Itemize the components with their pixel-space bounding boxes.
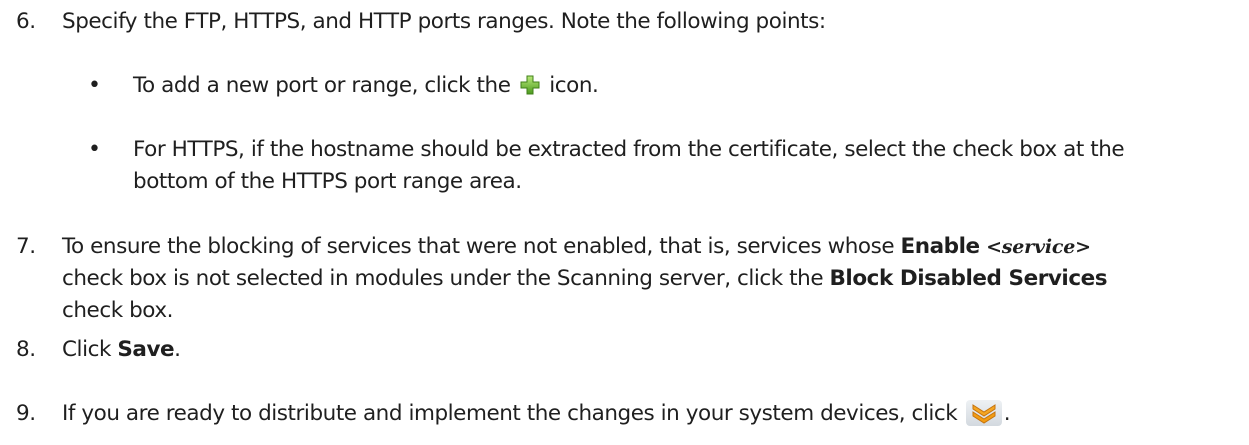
text-segment: . (1003, 401, 1011, 426)
text-segment: Click (62, 337, 118, 362)
step-7: 7. To ensure the blocking of services th… (16, 231, 1242, 327)
step-line-1: To ensure the blocking of services that … (62, 231, 1242, 263)
step-6: 6. Specify the FTP, HTTPS, and HTTP port… (16, 6, 1242, 38)
step-number: 9. (16, 401, 36, 426)
bullet-add-port: • To add a new port or range, click the … (88, 70, 1238, 102)
bullet-line-2: bottom of the HTTPS port range area. (133, 169, 522, 194)
step-text: If you are ready to distribute and imple… (62, 398, 1242, 430)
step-number: 7. (16, 234, 36, 259)
step-text: Specify the FTP, HTTPS, and HTTP ports r… (62, 9, 826, 34)
text-segment: If you are ready to distribute and imple… (62, 401, 964, 426)
bullet-marker: • (88, 137, 101, 162)
bullet-text-before: To add a new port or range, click the (133, 73, 517, 98)
step-9: 9. If you are ready to distribute and im… (16, 398, 1242, 430)
block-disabled-services-label: Block Disabled Services (829, 266, 1108, 291)
step-line-3: check box. (62, 298, 173, 323)
step-text: Click Save. (62, 334, 1242, 366)
bullet-https-hostname: • For HTTPS, if the hostname should be e… (88, 134, 1238, 198)
step-number: 8. (16, 337, 36, 362)
bullet-text: For HTTPS, if the hostname should be ext… (133, 134, 1238, 198)
orange-double-chevron-icon (965, 400, 1002, 426)
bullet-text: To add a new port or range, click the ic… (133, 70, 1238, 102)
step-text: To ensure the blocking of services that … (62, 231, 1242, 327)
text-segment: . (174, 337, 181, 362)
step-line-2: check box is not selected in modules und… (62, 263, 1242, 295)
bullet-line-1: For HTTPS, if the hostname should be ext… (133, 137, 1125, 162)
enable-label: Enable (900, 234, 981, 259)
save-label: Save (117, 337, 175, 362)
service-placeholder: <service> (986, 236, 1091, 258)
step-8: 8. Click Save. (16, 334, 1242, 366)
text-segment: To ensure the blocking of services that … (62, 234, 901, 259)
step-number: 6. (16, 9, 36, 34)
text-segment: check box is not selected in modules und… (62, 266, 830, 291)
bullet-text-after: icon. (542, 73, 599, 98)
bullet-marker: • (88, 73, 101, 98)
green-plus-icon (519, 74, 541, 96)
